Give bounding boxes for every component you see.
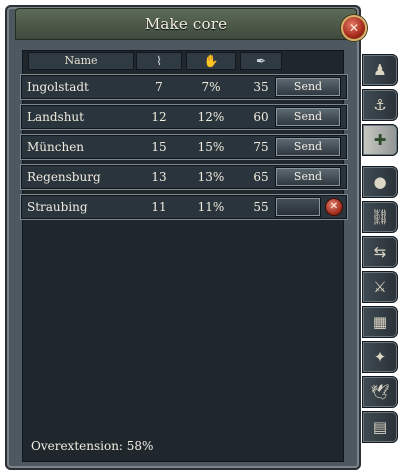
province-name: Landshut xyxy=(27,110,84,124)
tab-colonists[interactable]: ⇆ xyxy=(362,236,398,268)
tab-fleet[interactable]: ⚓ xyxy=(362,89,398,121)
dove-icon: 🕊 xyxy=(370,383,390,401)
tab-diplomats[interactable]: ♟ xyxy=(362,54,398,86)
province-name: Ingolstadt xyxy=(27,80,89,94)
hands-icon[interactable]: ✋ xyxy=(186,52,236,70)
percent-value: 13% xyxy=(197,170,225,184)
soldiers-icon: ⚔ xyxy=(373,278,387,296)
make-core-icon: ✚ xyxy=(373,131,387,149)
admin-cost-value: 75 xyxy=(253,140,269,154)
chain-icon: ⛓ xyxy=(370,208,390,226)
tab-peace[interactable]: 🕊 xyxy=(362,376,398,408)
province-name: Regensburg xyxy=(27,170,101,184)
table-row: München 15 15% 75 Send xyxy=(20,134,348,160)
tab-map-scroll[interactable]: ▤ xyxy=(362,411,398,443)
close-button[interactable]: ✕ xyxy=(341,15,367,41)
tab-soldiers[interactable]: ⚔ xyxy=(362,271,398,303)
development-value: 7 xyxy=(155,80,163,94)
window-title: Make core xyxy=(144,15,228,33)
make-core-window: Make core ✕ Name ⌇ ✋ ✒ Ingolstadt 7 7% 3… xyxy=(5,5,367,470)
side-tab-bar: ♟ ⚓ ✚ ● ⛓ ⇆ ⚔ ▦ ✦ 🕊 ▤ xyxy=(362,54,398,464)
percent-value: 12% xyxy=(197,110,225,124)
diplomat-icon: ♟ xyxy=(373,61,387,79)
table-row: Ingolstadt 7 7% 35 Send xyxy=(20,74,348,100)
table-row: Regensburg 13 13% 65 Send xyxy=(20,164,348,190)
admin-cost-value: 35 xyxy=(253,80,269,94)
admin-cost-value: 60 xyxy=(253,110,269,124)
development-value: 11 xyxy=(151,200,167,214)
cancel-icon: ✕ xyxy=(329,201,339,212)
tab-make-core[interactable]: ✚ xyxy=(362,124,398,156)
table-row: Straubing 11 11% 55 ✕ xyxy=(20,194,348,220)
conversion-icon: ✦ xyxy=(373,348,387,366)
overextension-label: Overextension: 58% xyxy=(31,439,154,453)
tab-conversion[interactable]: ✦ xyxy=(362,341,398,373)
cancel-core-button[interactable]: ✕ xyxy=(325,198,343,216)
development-value: 15 xyxy=(151,140,167,154)
admin-cost-value: 55 xyxy=(253,200,269,214)
province-name: Straubing xyxy=(27,200,88,214)
tab-map[interactable]: ▦ xyxy=(362,306,398,338)
admin-cost-value: 65 xyxy=(253,170,269,184)
tab-chain[interactable]: ⛓ xyxy=(362,201,398,233)
fleet-icon: ⚓ xyxy=(373,96,387,114)
title-bar: Make core xyxy=(15,8,357,40)
graph-icon[interactable]: ⌇ xyxy=(136,52,182,70)
development-value: 13 xyxy=(151,170,167,184)
development-value: 12 xyxy=(151,110,167,124)
send-button[interactable]: Send xyxy=(275,107,341,127)
colonist-icon: ⇆ xyxy=(373,243,387,261)
send-button[interactable]: Send xyxy=(275,137,341,157)
religion-icon: ● xyxy=(373,173,387,191)
quill-icon[interactable]: ✒ xyxy=(240,52,282,70)
column-header-row: Name ⌇ ✋ ✒ xyxy=(22,50,342,70)
percent-value: 11% xyxy=(197,200,225,214)
tab-religion[interactable]: ● xyxy=(362,166,398,198)
map-scroll-icon: ▤ xyxy=(372,418,388,436)
close-icon: ✕ xyxy=(348,21,360,35)
column-header-name[interactable]: Name xyxy=(28,52,134,70)
send-button[interactable]: Send xyxy=(275,167,341,187)
province-name: München xyxy=(27,140,85,154)
table-row: Landshut 12 12% 60 Send xyxy=(20,104,348,130)
send-button[interactable]: Send xyxy=(275,77,341,97)
percent-value: 7% xyxy=(201,80,221,94)
send-button-in-progress xyxy=(275,197,321,217)
map-icon: ▦ xyxy=(372,313,388,331)
percent-value: 15% xyxy=(197,140,225,154)
